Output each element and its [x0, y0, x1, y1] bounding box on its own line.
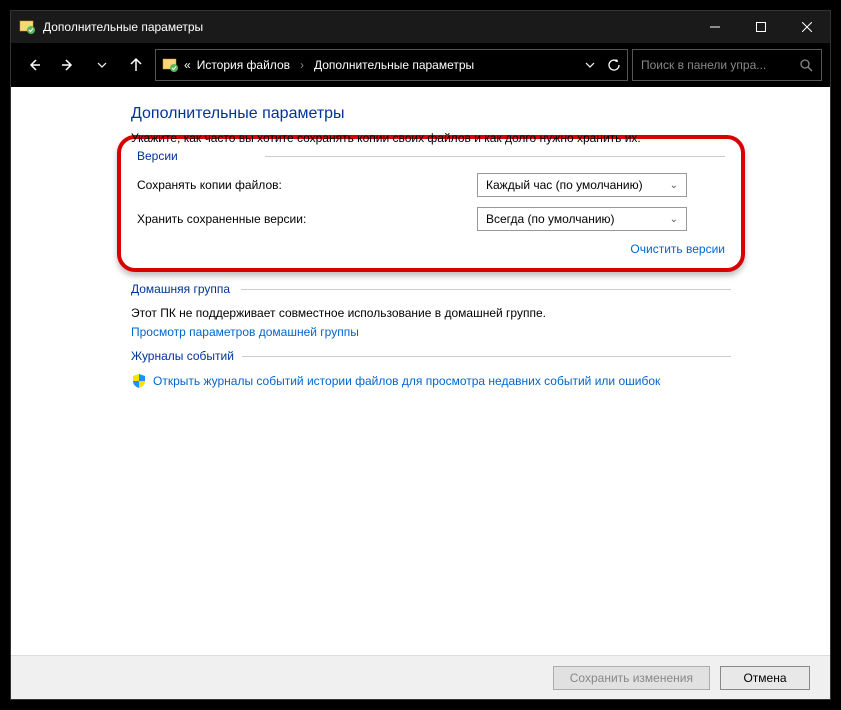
cleanup-versions-link[interactable]: Очистить версии: [630, 242, 725, 256]
search-box[interactable]: [632, 49, 822, 81]
window-title: Дополнительные параметры: [43, 20, 692, 34]
content-area: Дополнительные параметры Укажите, как ча…: [11, 87, 830, 655]
titlebar: Дополнительные параметры: [11, 11, 830, 43]
homegroup-text: Этот ПК не поддерживает совместное испол…: [131, 306, 731, 320]
page-title: Дополнительные параметры: [131, 105, 731, 123]
navbar: « История файлов › Дополнительные параме…: [11, 43, 830, 87]
search-input[interactable]: [641, 58, 799, 72]
keep-versions-label: Хранить сохраненные версии:: [137, 212, 477, 226]
window-controls: [692, 11, 830, 43]
versions-highlight: Версии Сохранять копии файлов: Каждый ча…: [117, 135, 745, 272]
breadcrumb-part-1[interactable]: История файлов: [197, 58, 290, 72]
bottom-bar: Сохранить изменения Отмена: [11, 655, 830, 699]
save-copies-select[interactable]: Каждый час (по умолчанию) ⌄: [477, 173, 687, 197]
app-icon: [19, 19, 35, 35]
homegroup-link[interactable]: Просмотр параметров домашней группы: [131, 325, 359, 339]
breadcrumb-prefix: «: [184, 58, 191, 72]
refresh-icon[interactable]: [607, 58, 621, 72]
homegroup-header: Домашняя группа: [131, 282, 731, 296]
back-button[interactable]: [19, 50, 49, 80]
minimize-button[interactable]: [692, 11, 738, 43]
chevron-down-icon[interactable]: [585, 60, 595, 70]
save-copies-label: Сохранять копии файлов:: [137, 178, 477, 192]
shield-icon: [131, 373, 147, 389]
address-bar[interactable]: « История файлов › Дополнительные параме…: [155, 49, 628, 81]
up-button[interactable]: [121, 50, 151, 80]
chevron-down-icon: ⌄: [670, 180, 678, 191]
journals-link[interactable]: Открыть журналы событий истории файлов д…: [153, 374, 660, 388]
recent-dropdown[interactable]: [87, 50, 117, 80]
cancel-button[interactable]: Отмена: [720, 666, 810, 690]
folder-icon: [162, 57, 178, 73]
search-icon[interactable]: [799, 58, 813, 72]
versions-header: Версии: [137, 149, 725, 163]
chevron-down-icon: ⌄: [670, 214, 678, 225]
keep-versions-value: Всегда (по умолчанию): [486, 212, 615, 226]
save-copies-value: Каждый час (по умолчанию): [486, 178, 643, 192]
homegroup-section: Домашняя группа Этот ПК не поддерживает …: [131, 282, 731, 339]
save-button[interactable]: Сохранить изменения: [553, 666, 710, 690]
forward-button[interactable]: [53, 50, 83, 80]
maximize-button[interactable]: [738, 11, 784, 43]
breadcrumb-part-2[interactable]: Дополнительные параметры: [314, 58, 474, 72]
journals-section: Журналы событий Открыть журналы событий …: [131, 349, 731, 389]
window: Дополнительные параметры: [10, 10, 831, 700]
keep-versions-select[interactable]: Всегда (по умолчанию) ⌄: [477, 207, 687, 231]
breadcrumb-separator: ›: [296, 58, 308, 72]
close-button[interactable]: [784, 11, 830, 43]
journals-header: Журналы событий: [131, 349, 731, 363]
